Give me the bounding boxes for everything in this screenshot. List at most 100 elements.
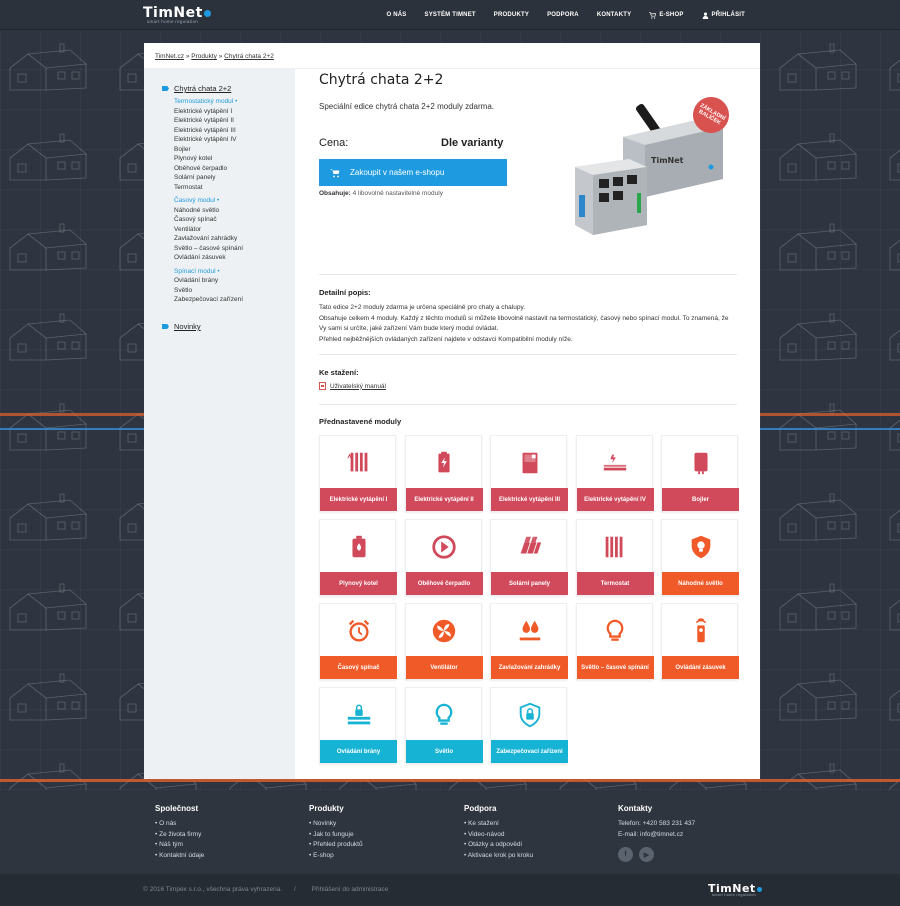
module-label: Plynový kotel [320, 572, 397, 595]
module-label: Elektrické vytápění I [320, 488, 397, 511]
footer-link[interactable]: Ke stažení [464, 819, 533, 830]
module-card[interactable]: Elektrické vytápění II [404, 435, 483, 512]
module-label: Zavlažování zahrádky [491, 656, 568, 679]
sidebar-item[interactable]: Elektrické vytápění III [174, 126, 243, 136]
user-icon [702, 12, 708, 19]
module-card[interactable]: Světlo – časové spínání [575, 603, 654, 680]
sidebar-item[interactable]: Elektrické vytápění IV [174, 135, 243, 145]
breadcrumb-products[interactable]: Produkty [191, 53, 217, 60]
footer: Společnost O nás Ze života firmy Náš tým… [0, 790, 900, 874]
sidebar-item[interactable]: Oběhové čerpadlo [174, 164, 243, 174]
module-label: Oběhové čerpadlo [405, 572, 483, 595]
module-card[interactable]: Termostat [575, 519, 654, 596]
sidebar-item[interactable]: Elektrické vytápění I [174, 107, 243, 117]
gate-lock-icon [347, 704, 370, 725]
sidebar-item[interactable]: Plynový kotel [174, 154, 243, 164]
footer-link[interactable]: Jak to funguje [309, 830, 363, 841]
sidebar-item[interactable]: Ventilátor [174, 225, 243, 235]
breadcrumb-current[interactable]: Chytrá chata 2+2 [224, 53, 274, 60]
facebook-icon[interactable]: f [618, 847, 633, 862]
nav-eshop[interactable]: E-SHOP [640, 11, 692, 19]
module-card[interactable]: Světlo [404, 687, 483, 764]
module-card[interactable]: Zabezpečovací zařízení [490, 687, 568, 764]
breadcrumb-home[interactable]: TimNet.cz [155, 53, 184, 60]
nav-produkty[interactable]: PRODUKTY [485, 12, 538, 18]
price-value: Dle varianty [441, 137, 504, 149]
sidebar-item[interactable]: Časový spínač [174, 215, 243, 225]
footer-col-title: Produkty [309, 804, 344, 813]
module-card[interactable]: Solární panely [490, 519, 568, 596]
module-icon-wrap [320, 610, 397, 652]
footer-link[interactable]: Náš tým [155, 840, 204, 851]
nav-podpora[interactable]: PODPORA [538, 12, 588, 18]
product-image: TimNet ZÁKLADNÍ BALÍČEK [551, 90, 741, 257]
module-card[interactable]: Oběhové čerpadlo [404, 519, 483, 596]
sidebar-item[interactable]: Světlo – časové spínání [174, 244, 243, 254]
module-label: Náhodné světlo [662, 572, 739, 595]
sidebar-item[interactable]: Ovládání zásuvek [174, 253, 243, 263]
module-card[interactable]: Zavlažování zahrádky [490, 603, 568, 680]
module-icon-wrap [320, 442, 397, 484]
module-card[interactable]: Plynový kotel [319, 519, 397, 596]
module-label: Zabezpečovací zařízení [491, 740, 568, 763]
module-card[interactable]: Časový spínač [319, 603, 397, 680]
boiler-icon [693, 452, 708, 475]
cart-icon [649, 11, 657, 19]
detail-line: Obsahuje celkem 4 moduly. Každý z těchto… [319, 314, 729, 333]
youtube-icon[interactable]: ▶ [639, 847, 654, 862]
module-label: Ventilátor [405, 656, 483, 679]
module-card[interactable]: Bojler [661, 435, 739, 512]
module-label: Světlo [405, 740, 483, 763]
price-label: Cena: [319, 137, 349, 149]
footer-link[interactable]: Video-návod [464, 830, 533, 841]
sidebar-item[interactable]: Zavlažování zahrádky [174, 234, 243, 244]
sidebar-item[interactable]: Světlo [174, 286, 243, 296]
module-card[interactable]: Elektrické vytápění III [490, 435, 568, 512]
module-card[interactable]: Ventilátor [404, 603, 483, 680]
footer-link[interactable]: Novinky [309, 819, 363, 830]
sidebar-item[interactable]: Zabezpečovací zařízení [174, 295, 243, 305]
footer-email[interactable]: E-mail: info@timnet.cz [618, 830, 695, 841]
sidebar-group-title[interactable]: Termostatický modul [174, 97, 243, 107]
footer-link[interactable]: Otázky a odpovědi [464, 840, 533, 851]
sidebar-item-current[interactable]: Chytrá chata 2+2 [162, 84, 243, 93]
pump-icon [432, 535, 456, 559]
module-icon-wrap [662, 526, 739, 568]
modules-title: Přednastavené moduly [319, 417, 402, 426]
nav-o-nas[interactable]: O NÁS [377, 12, 415, 18]
sidebar-item[interactable]: Elektrické vytápění II [174, 116, 243, 126]
sidebar-group-title[interactable]: Časový modul [174, 196, 243, 206]
copyright-sep: / [294, 886, 296, 893]
module-card[interactable]: Elektrické vytápění IV [575, 435, 654, 512]
buy-eshop-button[interactable]: Zakoupit v našem e-shopu [319, 159, 507, 186]
sidebar-item[interactable]: Solární panely [174, 173, 243, 183]
module-card[interactable]: Elektrické vytápění I [319, 435, 397, 512]
footer-link[interactable]: E-shop [309, 851, 363, 862]
nav-login[interactable]: PŘIHLÁSIT [693, 12, 754, 19]
sidebar-group-title[interactable]: Spínací modul [174, 267, 243, 277]
module-card[interactable]: Náhodné světlo [661, 519, 739, 596]
sidebar-item[interactable]: Termostat [174, 183, 243, 193]
admin-login-link[interactable]: Přihlášení do administrace [312, 886, 389, 893]
copyright: © 2016 Timpex s.r.o., všechna práva vyhr… [143, 886, 388, 893]
footer-link[interactable]: Aktivace krok po kroku [464, 851, 533, 862]
sidebar-item-news[interactable]: Novinky [162, 322, 201, 331]
footer-link[interactable]: Kontaktní údaje [155, 851, 204, 862]
module-card[interactable]: Ovládání zásuvek [661, 603, 739, 680]
logo-subtitle: smart home regulation [712, 893, 757, 897]
decor-stripe [0, 779, 900, 782]
site-logo[interactable]: TimNet smart home regulation [143, 5, 211, 24]
manual-link[interactable]: Uživatelský manuál [330, 383, 386, 390]
footer-link[interactable]: Ze života firmy [155, 830, 204, 841]
floor-heating-icon [603, 454, 627, 471]
sidebar-item[interactable]: Náhodné světlo [174, 206, 243, 216]
footer-link[interactable]: O nás [155, 819, 204, 830]
sidebar-item[interactable]: Ovládání brány [174, 276, 243, 286]
module-card[interactable]: Ovládání brány [319, 687, 397, 764]
footer-logo[interactable]: TimNet smart home regulation [708, 882, 762, 897]
nav-kontakty[interactable]: KONTAKTY [588, 12, 641, 18]
footer-link[interactable]: Přehled produktů [309, 840, 363, 851]
nav-system-timnet[interactable]: SYSTÉM TIMNET [416, 12, 485, 18]
sidebar-item[interactable]: Bojler [174, 145, 243, 155]
tank-icon [522, 452, 537, 474]
